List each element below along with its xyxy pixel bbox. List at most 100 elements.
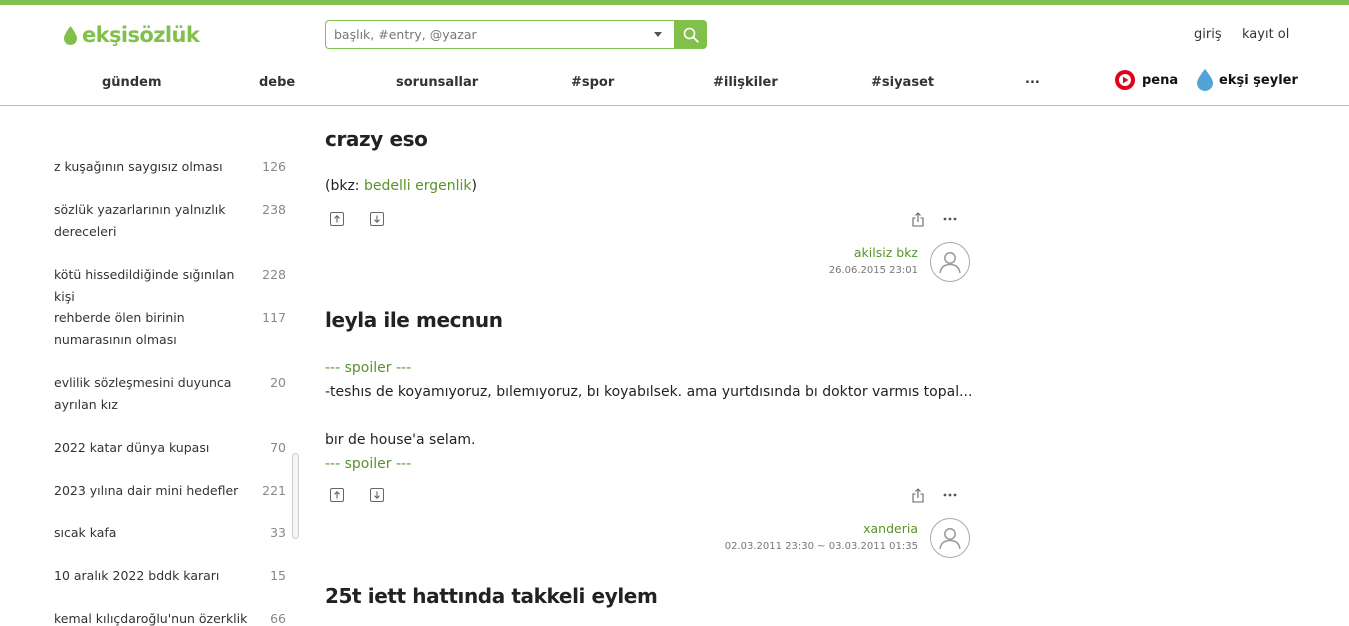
entry-author-info: xanderia 02.03.2011 23:30 ~ 03.03.2011 0… [700, 521, 918, 552]
search-dropdown-caret-icon[interactable] [654, 32, 662, 37]
register-link[interactable]: kayıt ol [1242, 27, 1289, 42]
upvote-button[interactable] [327, 209, 347, 229]
spoiler-open-line: --- spoiler --- [325, 356, 975, 380]
entry-line: bır de house'a selam. [325, 432, 476, 448]
search-field-wrapper [325, 20, 674, 49]
avatar[interactable] [930, 518, 970, 558]
spoiler-close-line: --- spoiler --- [325, 452, 975, 476]
entry: crazy eso (bkz: bedelli ergenlik) [325, 127, 975, 198]
sidebar-topic[interactable]: 10 aralık 2022 bddk kararı 15 [54, 565, 286, 587]
sidebar-topic[interactable]: kötü hissedildiğinde sığınılan kişi 228 [54, 264, 286, 308]
topic-count: 15 [270, 568, 286, 583]
share-icon [912, 211, 924, 227]
topic-count: 33 [270, 525, 286, 540]
entry-title[interactable]: 25t iett hattında takkeli eylem [325, 584, 975, 608]
topic-title: sözlük yazarlarının yalnızlık dereceleri [54, 202, 226, 239]
logo-text-sozluk: sözlük [127, 23, 200, 47]
entry-date[interactable]: 02.03.2011 23:30 ~ 03.03.2011 01:35 [700, 541, 918, 552]
downvote-button[interactable] [367, 485, 387, 505]
spoiler-dashes: --- [395, 456, 412, 472]
nav-item-gundem[interactable]: gündem [102, 75, 161, 90]
spoiler-dashes: --- [325, 360, 341, 376]
bkz-link[interactable]: bedelli ergenlik [364, 178, 472, 194]
entry-title[interactable]: crazy eso [325, 127, 975, 151]
downvote-button[interactable] [367, 209, 387, 229]
share-button[interactable] [908, 485, 928, 505]
nav-item-iliskiler[interactable]: #ilişkiler [713, 75, 778, 90]
entry-content: --- spoiler --- -teshıs de koyamıyoruz, … [325, 356, 975, 476]
sidebar-topic[interactable]: evlilik sözleşmesini duyunca ayrılan kız… [54, 372, 286, 416]
user-avatar-icon [939, 528, 961, 550]
nav-brand-eksi-seyler-label: ekşi şeyler [1219, 72, 1298, 88]
upvote-button[interactable] [327, 485, 347, 505]
user-avatar-icon [939, 252, 961, 274]
search-bar [325, 20, 707, 49]
topic-count: 238 [262, 202, 286, 217]
sidebar-topic[interactable]: rehberde ölen birinin numarasının olması… [54, 307, 286, 351]
avatar[interactable] [930, 242, 970, 282]
author-nick[interactable]: xanderia [700, 521, 918, 536]
sidebar-topic[interactable]: z kuşağının saygısız olması 126 [54, 156, 286, 178]
nav-more-button[interactable]: ... [1025, 72, 1040, 87]
topic-title: rehberde ölen birinin numarasının olması [54, 310, 185, 347]
arrow-up-icon [330, 212, 344, 226]
nav-item-siyaset[interactable]: #siyaset [871, 75, 934, 90]
spoiler-dashes: --- [325, 456, 341, 472]
entry: leyla ile mecnun --- spoiler --- -teshıs… [325, 308, 975, 476]
topic-count: 70 [270, 440, 286, 455]
nav-item-debe[interactable]: debe [259, 75, 295, 90]
spoiler-link[interactable]: spoiler [345, 360, 392, 376]
nav-item-sorunsallar[interactable]: sorunsallar [396, 75, 478, 90]
search-button[interactable] [674, 20, 707, 49]
sidebar-topic[interactable]: kemal kılıçdaroğlu'nun özerklik 66 [54, 608, 286, 626]
arrow-up-icon [330, 488, 344, 502]
sidebar-topic[interactable]: sıcak kafa 33 [54, 522, 286, 544]
sidebar-scrollbar[interactable] [292, 453, 299, 539]
sidebar-topic[interactable]: sözlük yazarlarının yalnızlık dereceleri… [54, 199, 286, 243]
bkz-prefix: (bkz: [325, 178, 364, 194]
topic-count: 66 [270, 611, 286, 626]
spoiler-link[interactable]: spoiler [345, 456, 392, 472]
nav-item-spor[interactable]: #spor [571, 75, 614, 90]
sidebar-topic[interactable]: 2023 yılına dair mini hedefler 221 [54, 480, 286, 502]
entry-blank-line [325, 404, 975, 428]
login-link[interactable]: giriş [1194, 27, 1222, 42]
topic-title: sıcak kafa [54, 525, 117, 540]
spoiler-dashes: --- [395, 360, 412, 376]
entry: 25t iett hattında takkeli eylem [325, 584, 975, 608]
more-options-button[interactable] [940, 485, 960, 505]
share-icon [912, 487, 924, 503]
more-options-button[interactable] [940, 209, 960, 229]
topic-title: 2022 katar dünya kupası [54, 440, 210, 455]
logo-drop-icon [64, 25, 77, 45]
water-drop-icon [1197, 69, 1213, 91]
entry-date[interactable]: 26.06.2015 23:01 [780, 265, 918, 276]
topic-count: 117 [262, 310, 286, 325]
entry-author-info: akilsiz bkz 26.06.2015 23:01 [780, 245, 918, 276]
entry-actions [327, 485, 967, 505]
topic-count: 126 [262, 159, 286, 174]
entry-title[interactable]: leyla ile mecnun [325, 308, 975, 332]
sidebar-topic[interactable]: 2022 katar dünya kupası 70 [54, 437, 286, 459]
main-nav: gündem debe sorunsallar #spor #ilişkiler… [0, 64, 1349, 106]
search-input[interactable] [334, 27, 648, 42]
logo-text-eksi: ekşi [82, 23, 128, 47]
top-accent-bar [0, 0, 1349, 5]
nav-brand-pena[interactable]: pena [1114, 69, 1178, 91]
entry-actions [327, 209, 967, 229]
search-icon [683, 27, 699, 43]
entry-content: (bkz: bedelli ergenlik) [325, 174, 975, 198]
author-nick[interactable]: akilsiz bkz [780, 245, 918, 260]
site-logo[interactable]: ekşi sözlük [64, 21, 200, 49]
more-dots-icon [943, 493, 957, 497]
pena-play-icon [1115, 70, 1135, 90]
topic-count: 221 [262, 483, 286, 498]
topic-title: kötü hissedildiğinde sığınılan kişi [54, 267, 235, 304]
share-button[interactable] [908, 209, 928, 229]
nav-brand-eksi-seyler[interactable]: ekşi şeyler [1197, 69, 1298, 91]
topic-count: 20 [270, 375, 286, 390]
topic-title: 2023 yılına dair mini hedefler [54, 483, 239, 498]
arrow-down-icon [370, 212, 384, 226]
nav-brand-pena-label: pena [1142, 72, 1179, 88]
arrow-down-icon [370, 488, 384, 502]
